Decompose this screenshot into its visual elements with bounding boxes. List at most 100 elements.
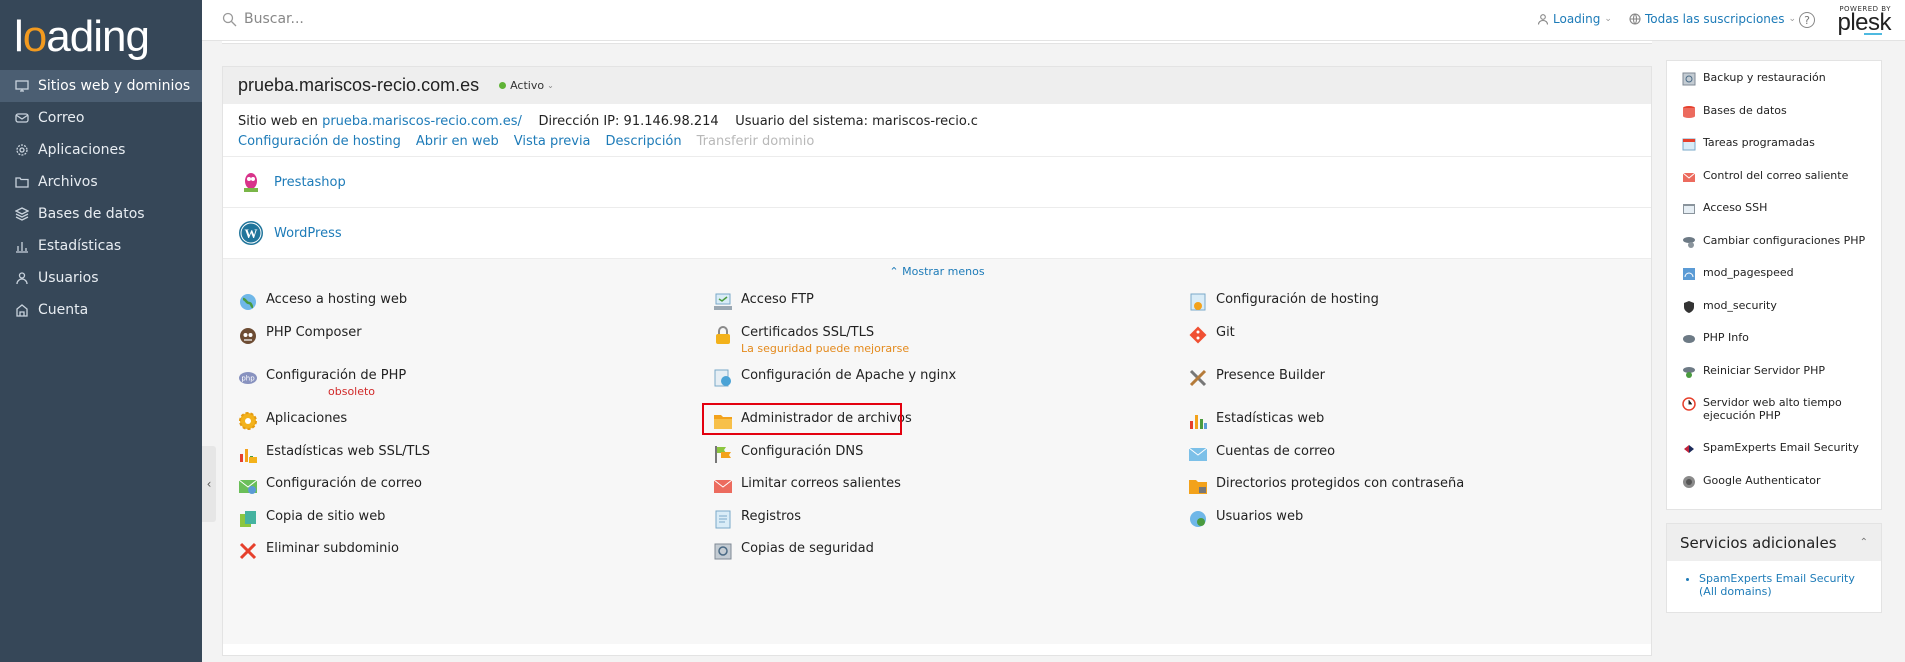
tool-php-composer[interactable]: PHP Composer: [238, 325, 362, 345]
subscriptions-menu[interactable]: Todas las suscripciones ⌄: [1629, 12, 1796, 26]
wordpress-icon: W: [238, 220, 264, 246]
gear-icon: [14, 142, 30, 158]
hosting-settings-link[interactable]: Configuración de hosting: [238, 134, 401, 156]
right-item-label: Acceso SSH: [1703, 201, 1768, 214]
right-item-label: Servidor web alto tiempo ejecución PHP: [1703, 396, 1842, 422]
tool-logs[interactable]: Registros: [713, 509, 801, 529]
previous-card-edge: [222, 41, 1652, 44]
sidebar-item-users[interactable]: Usuarios: [0, 262, 202, 294]
tool-status-text: obsoleto: [328, 385, 376, 398]
app-row-prestashop[interactable]: Prestashop: [223, 156, 1651, 207]
additional-services-header[interactable]: Servicios adicionales ⌃: [1667, 524, 1881, 561]
chevron-up-icon[interactable]: ⌃: [1860, 537, 1868, 548]
user-menu[interactable]: Loading ⌄: [1537, 12, 1612, 26]
right-item-change-php[interactable]: Cambiar configuraciones PHP: [1667, 234, 1881, 267]
help-icon[interactable]: ?: [1799, 12, 1815, 28]
app-row-wordpress[interactable]: W WordPress: [223, 207, 1651, 258]
right-item-mod-security[interactable]: mod_security: [1667, 299, 1881, 332]
right-item-scheduled-tasks[interactable]: Tareas programadas: [1667, 136, 1881, 169]
sidebar-item-files[interactable]: Archivos: [0, 166, 202, 198]
right-item-mod-pagespeed[interactable]: mod_pagespeed: [1667, 266, 1881, 299]
tool-hosting-settings[interactable]: Configuración de hosting: [1188, 292, 1379, 312]
mail-icon: [1188, 444, 1208, 464]
right-item-outgoing-mail-control[interactable]: Control del correo saliente: [1667, 169, 1881, 202]
preview-link[interactable]: Vista previa: [514, 134, 591, 156]
search-input[interactable]: Buscar...: [222, 11, 304, 27]
open-in-web-link[interactable]: Abrir en web: [416, 134, 499, 156]
tool-protected-directories[interactable]: Directorios protegidos con contraseña: [1188, 476, 1464, 496]
status-badge[interactable]: Activo ⌄: [499, 79, 554, 92]
tool-ssl-web-stats[interactable]: Estadísticas web SSL/TLS: [238, 444, 430, 464]
website-link[interactable]: prueba.mariscos-recio.com.es/: [322, 114, 522, 129]
right-item-spamexperts[interactable]: SpamExperts Email Security: [1667, 441, 1881, 474]
show-less-link[interactable]: ⌃ Mostrar menos: [223, 265, 1651, 278]
tool-label: Copias de seguridad: [741, 541, 874, 556]
tool-label: Registros: [741, 509, 801, 524]
tool-web-statistics[interactable]: Estadísticas web: [1188, 411, 1324, 431]
protected-folder-icon: [1188, 476, 1208, 496]
right-item-backup[interactable]: Backup y restauración: [1667, 71, 1881, 104]
tool-web-hosting-access[interactable]: Acceso a hosting web: [238, 292, 407, 312]
tool-git[interactable]: Git: [1188, 325, 1235, 345]
tool-presence-builder[interactable]: Presence Builder: [1188, 368, 1325, 388]
tool-mail-accounts[interactable]: Cuentas de correo: [1188, 444, 1335, 464]
bar-chart-icon: [14, 238, 30, 254]
tool-label: Configuración de PHP: [266, 368, 407, 383]
tool-label: Cuentas de correo: [1216, 444, 1336, 459]
tool-mail-settings[interactable]: Configuración de correo: [238, 476, 422, 496]
tool-status-text: La seguridad puede mejorarse: [741, 342, 910, 355]
right-item-ssh-access[interactable]: Acceso SSH: [1667, 201, 1881, 234]
tool-dns-settings[interactable]: Configuración DNS: [713, 444, 863, 464]
sidebar-item-statistics[interactable]: Estadísticas: [0, 230, 202, 262]
sidebar-item-label: Estadísticas: [38, 238, 122, 254]
tool-apache-nginx[interactable]: Configuración de Apache y nginx: [713, 368, 956, 388]
tool-website-copy[interactable]: Copia de sitio web: [238, 509, 385, 529]
folder-icon: [14, 174, 30, 190]
mail-icon: [14, 110, 30, 126]
right-item-label: mod_pagespeed: [1703, 266, 1794, 279]
sidebar-item-websites[interactable]: Sitios web y dominios: [0, 70, 202, 102]
additional-service-link[interactable]: SpamExperts Email Security (All domains): [1699, 572, 1871, 598]
ftp-icon: [713, 292, 733, 312]
right-item-restart-php[interactable]: Reiniciar Servidor PHP: [1667, 364, 1881, 397]
additional-services-panel: Servicios adicionales ⌃ SpamExperts Emai…: [1666, 523, 1882, 613]
right-item-php-execution-time[interactable]: Servidor web alto tiempo ejecución PHP: [1667, 396, 1881, 441]
plesk-logo: POWERED BY plesk: [1826, 5, 1892, 35]
additional-services-title: Servicios adicionales: [1680, 533, 1837, 552]
lock-icon: [713, 325, 733, 345]
tool-web-users[interactable]: Usuarios web: [1188, 509, 1303, 529]
domain-title[interactable]: prueba.mariscos-recio.com.es: [238, 75, 479, 96]
right-item-php-info[interactable]: PHP Info: [1667, 331, 1881, 364]
sidebar-collapse-button[interactable]: ‹: [202, 446, 216, 522]
logo[interactable]: loading: [0, 0, 202, 70]
tool-php-settings[interactable]: php Configuración de PHP obsoleto: [238, 368, 406, 398]
right-item-databases[interactable]: Bases de datos: [1667, 104, 1881, 137]
server-icon: [713, 368, 733, 388]
tool-label: Eliminar subdominio: [266, 541, 399, 556]
tool-ftp-access[interactable]: Acceso FTP: [713, 292, 814, 312]
logs-icon: [713, 509, 733, 529]
right-item-google-authenticator[interactable]: Google Authenticator: [1667, 474, 1881, 507]
tool-backups[interactable]: Copias de seguridad: [713, 541, 874, 561]
sidebar-item-label: Bases de datos: [38, 206, 145, 222]
chevron-left-icon: ‹: [206, 477, 212, 491]
globe-icon: [238, 292, 258, 312]
backup-icon: [1682, 72, 1696, 86]
tool-label: Acceso a hosting web: [266, 292, 408, 307]
tool-limit-outgoing-mail[interactable]: Limitar correos salientes: [713, 476, 901, 496]
terminal-icon: [1682, 202, 1696, 216]
right-item-label: PHP Info: [1703, 331, 1749, 344]
sidebar-item-databases[interactable]: Bases de datos: [0, 198, 202, 230]
sidebar-item-label: Archivos: [38, 174, 98, 190]
svg-text:php: php: [241, 375, 255, 383]
tool-label: Certificados SSL/TLS: [741, 325, 875, 340]
sidebar-item-account[interactable]: Cuenta: [0, 294, 202, 326]
tool-applications[interactable]: Aplicaciones: [238, 411, 347, 431]
tool-ssl-certificates[interactable]: Certificados SSL/TLS La seguridad puede …: [713, 325, 909, 355]
tool-delete-subdomain[interactable]: Eliminar subdominio: [238, 541, 399, 561]
sidebar-item-applications[interactable]: Aplicaciones: [0, 134, 202, 166]
sidebar-item-mail[interactable]: Correo: [0, 102, 202, 134]
subscriptions-label: Todas las suscripciones: [1645, 12, 1785, 26]
description-link[interactable]: Descripción: [606, 134, 682, 156]
tool-label: Estadísticas web SSL/TLS: [266, 444, 430, 459]
